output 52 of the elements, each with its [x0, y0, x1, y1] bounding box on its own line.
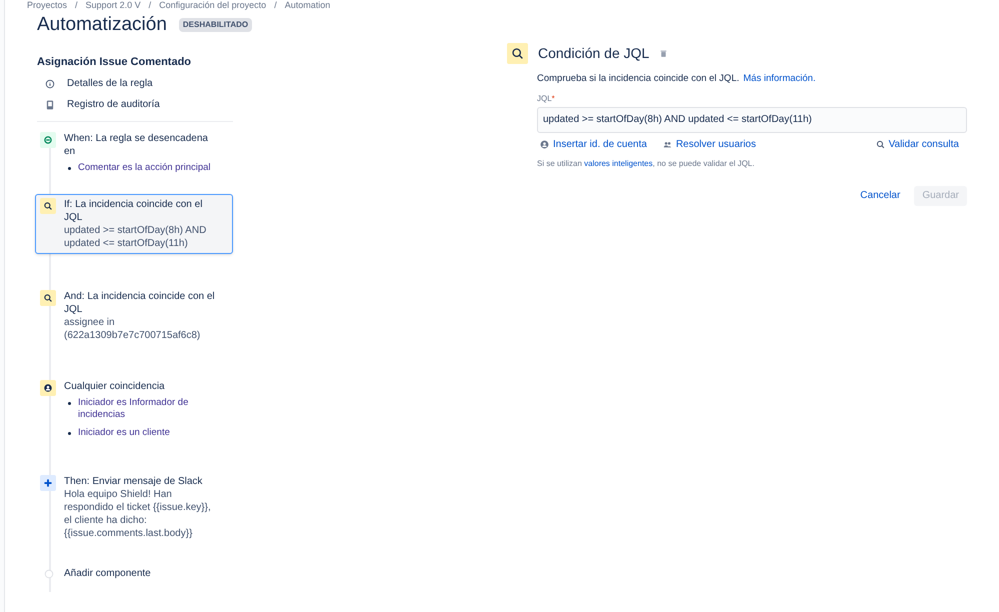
breadcrumb-link[interactable]: Automation: [284, 0, 330, 11]
bullet-text: Iniciador es Informador de incidencias: [78, 397, 190, 421]
breadcrumb-separator: /: [74, 0, 79, 11]
description-text: Comprueba si la incidencia coincide con el JQL.: [537, 72, 740, 86]
rule-name: Asignación Issue Comentado: [37, 54, 192, 70]
search-icon: [40, 290, 56, 306]
step-title: When: La regla se desencadena en: [64, 132, 209, 158]
add-component-link[interactable]: Añadir componente: [64, 566, 151, 581]
hint-text: Si se utilizan: [537, 158, 583, 170]
person-icon: [40, 380, 56, 396]
breadcrumb-link[interactable]: Proyectos: [27, 0, 68, 11]
search-icon: [876, 140, 885, 149]
rule-step[interactable]: When: La regla se desencadena en Comentar es la acción principal: [35, 128, 233, 178]
status-badge: DESHABILITADO: [178, 18, 252, 32]
rule-step[interactable]: Then: Enviar mensaje de Slack Hola equipo Shield! Han respondido el ticket {{issue.key}}, el cliente ha dicho: {{issue.comments.last.body}}: [35, 471, 233, 544]
breadcrumb-link[interactable]: Support 2.0 V: [86, 0, 141, 11]
people-icon: [662, 140, 672, 149]
rule-step[interactable]: And: La incidencia coincide con el JQL assignee in (622a1309b7e7c700715af6c8): [35, 286, 233, 346]
more-info-link[interactable]: Más información.: [743, 72, 816, 86]
step-title: And: La incidencia coincide con el JQL: [64, 290, 216, 316]
step-detail: assignee in (622a1309b7e7c700715af6c8): [64, 316, 202, 342]
panel-title: Condición de JQL: [538, 44, 650, 63]
document-icon: [45, 100, 55, 110]
action-link[interactable]: Insertar id. de cuenta: [540, 136, 647, 152]
action-link[interactable]: Resolver usuarios: [662, 136, 756, 152]
step-detail: updated >= startOfDay(8h) AND updated <= startOfDay(11h): [64, 224, 208, 250]
step-title: Then: Enviar mensaje de Slack: [64, 475, 204, 488]
hint-text: , no se puede validar el JQL.: [652, 158, 754, 170]
bullet-text: Iniciador es un cliente: [78, 427, 170, 439]
smart-values-link[interactable]: valores inteligentes: [584, 158, 653, 170]
person-icon: [540, 140, 549, 149]
page-title: Automatización: [37, 13, 167, 37]
step-title: Cualquier coincidencia: [64, 380, 166, 393]
breadcrumb-separator: /: [273, 0, 278, 11]
trash-icon[interactable]: [659, 48, 668, 58]
info-icon: [45, 78, 55, 88]
step-title: If: La incidencia coincide con el JQL: [64, 198, 204, 224]
breadcrumb-link[interactable]: Configuración del proyecto: [159, 0, 266, 11]
breadcrumb-separator: /: [148, 0, 152, 11]
search-icon: [507, 42, 528, 64]
rule-step[interactable]: Cualquier coincidencia Iniciador es Informador de incidencias Iniciador es un cliente: [35, 376, 233, 443]
search-icon: [40, 198, 56, 214]
action-link[interactable]: Validar consulta: [876, 136, 959, 152]
rule-step[interactable]: If: La incidencia coincide con el JQL updated >= startOfDay(8h) AND updated <= startOfDay(11h): [35, 194, 233, 254]
step-detail: Hola equipo Shield! Han respondido el ticket {{issue.key}}, el cliente ha dicho: {{issue.comments.last.body}}: [64, 488, 212, 540]
form-button[interactable]: Cancelar: [852, 186, 908, 206]
rule-link[interactable]: Registro de auditoría: [67, 97, 160, 112]
required-mark: *: [552, 92, 555, 105]
bullet-text: Comentar es la acción principal: [78, 162, 211, 174]
field-label: JQL: [537, 92, 552, 105]
jql-input-field[interactable]: updated >= startOfDay(8h) AND updated <= startOfDay(11h): [537, 106, 967, 133]
rule-link[interactable]: Detalles de la regla: [67, 76, 153, 91]
